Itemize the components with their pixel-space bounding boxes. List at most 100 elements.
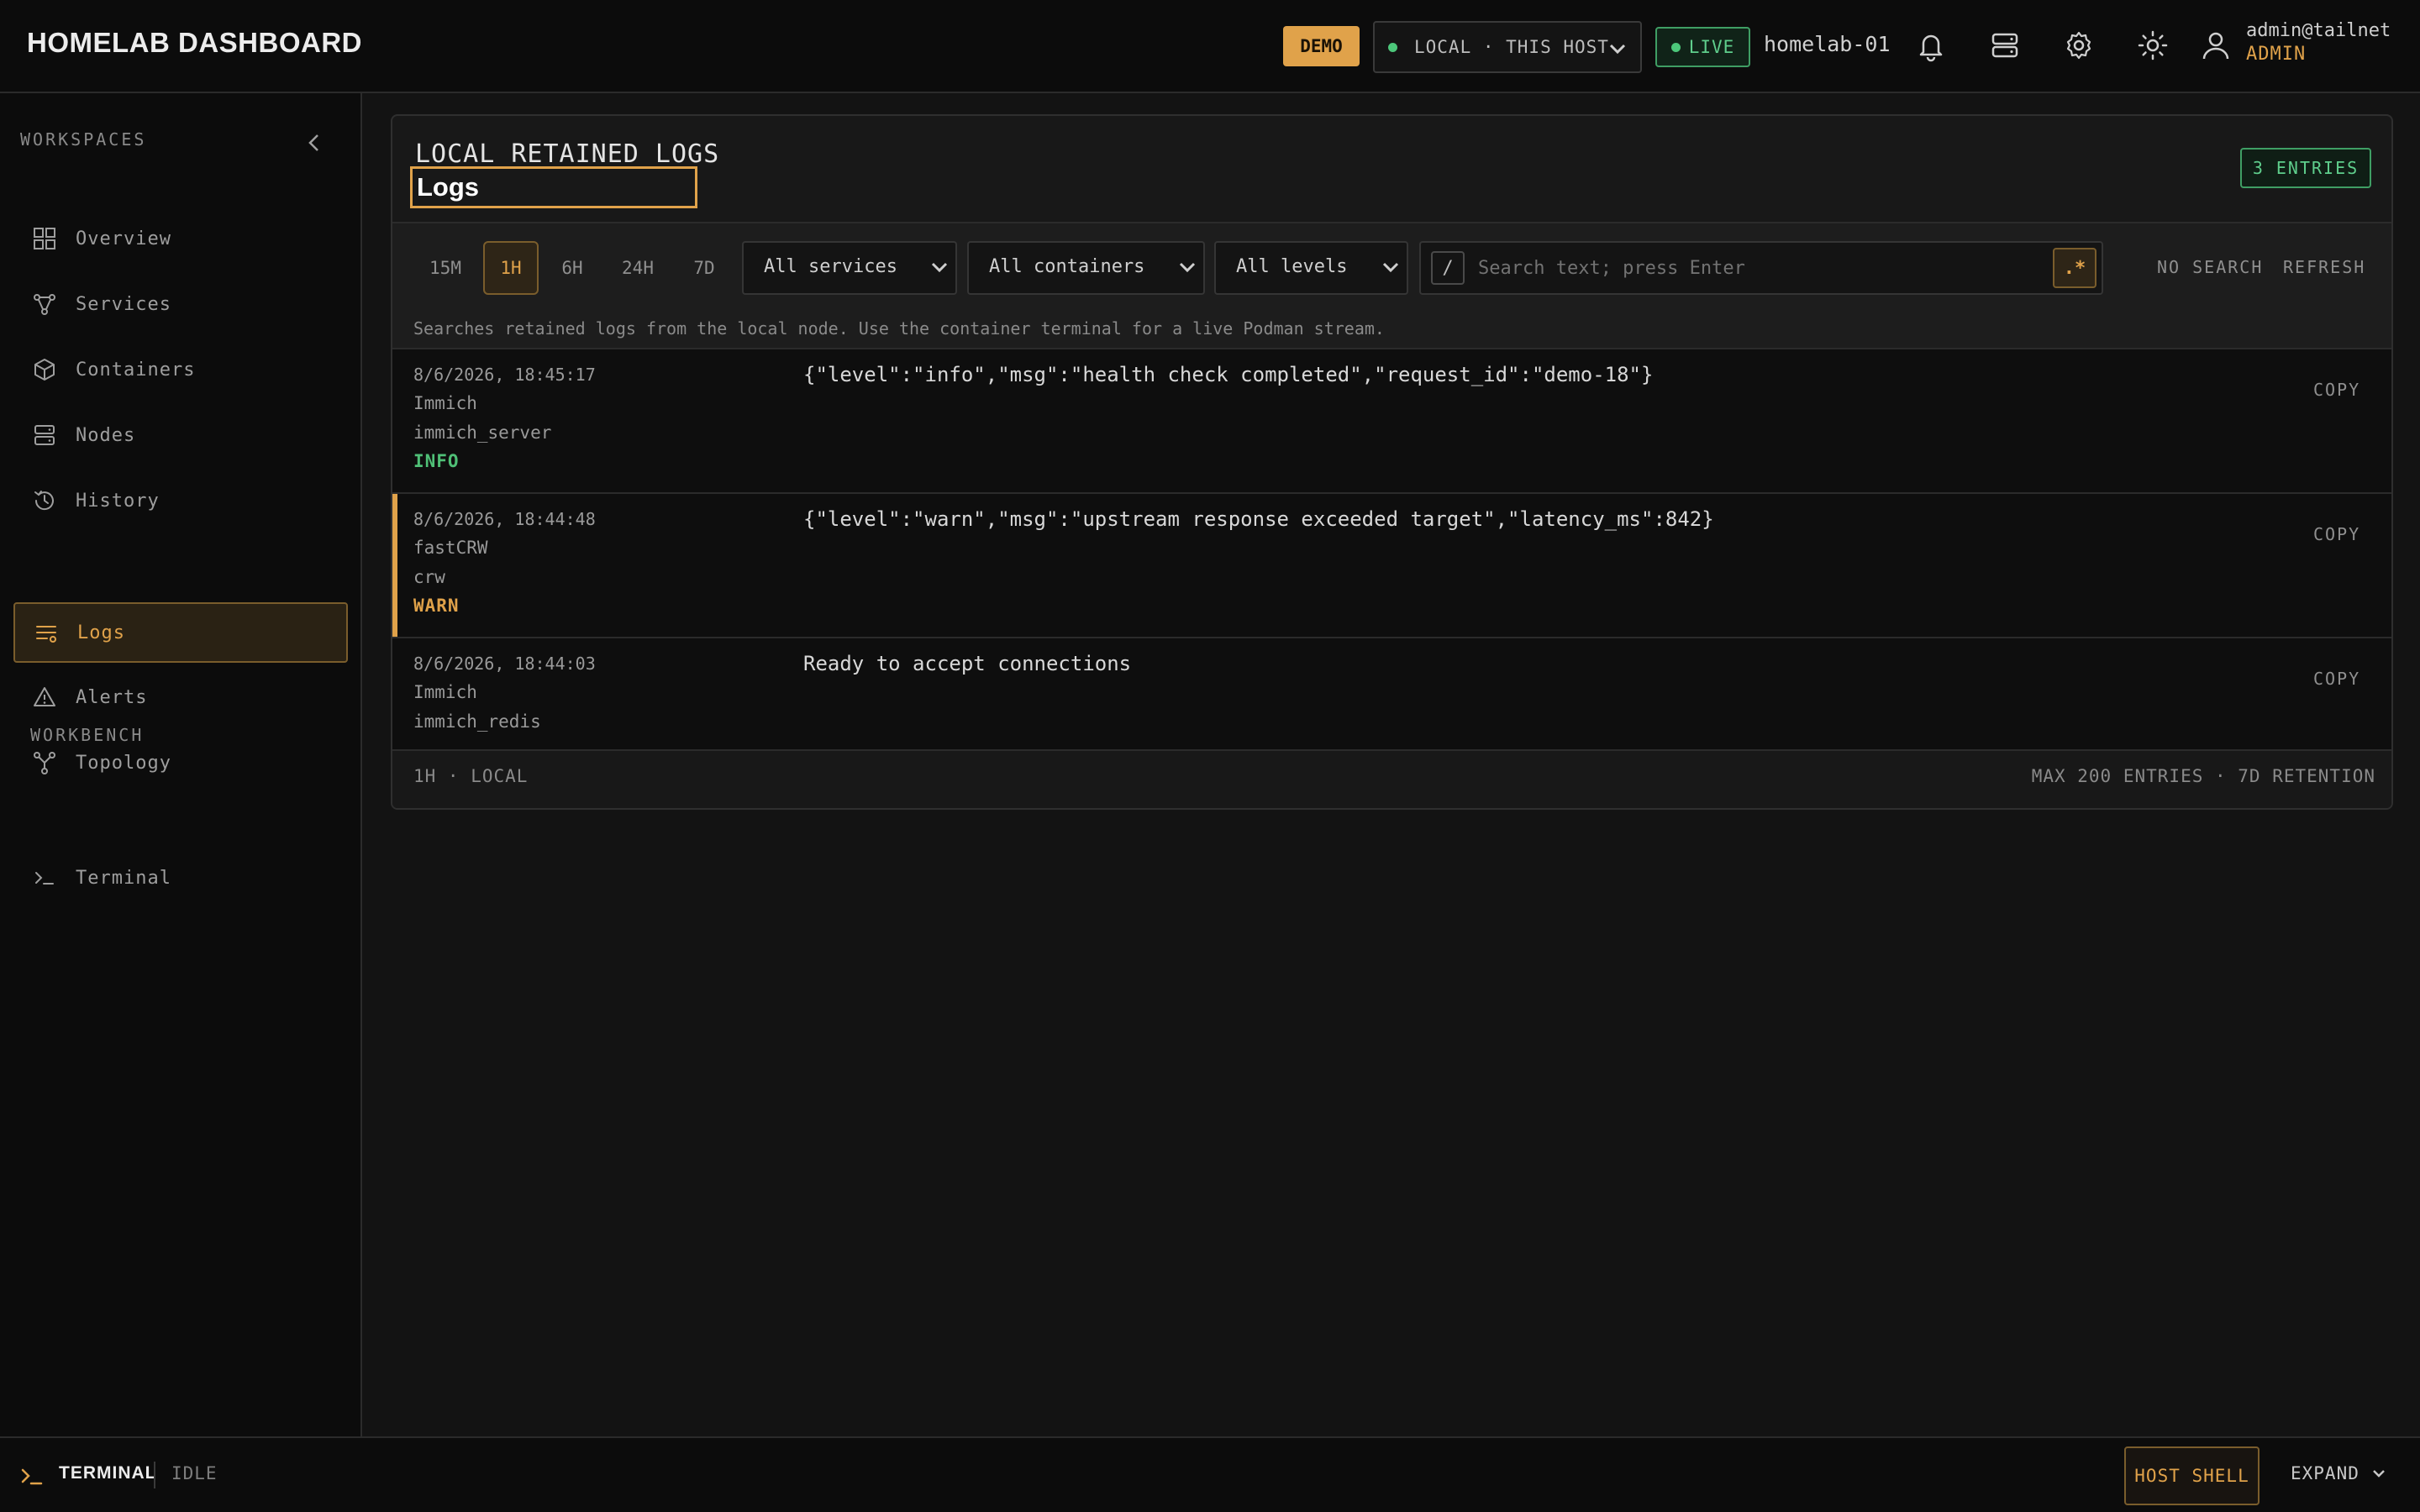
terminal-bar: TERMINAL IDLE HOST SHELL EXPAND xyxy=(0,1436,2420,1512)
sidebar-item-label: Overview xyxy=(76,228,171,249)
containers-select-value: All containers xyxy=(989,256,1145,277)
expand-terminal-button[interactable]: EXPAND xyxy=(2291,1463,2386,1483)
host-select[interactable]: LOCAL · THIS HOST xyxy=(1373,21,1642,73)
workbench-label: WORKBENCH xyxy=(30,725,145,745)
live-badge: LIVE xyxy=(1655,27,1750,67)
logs-panel: LOCAL RETAINED LOGS Logs 3 ENTRIES 15M 1… xyxy=(391,114,2393,810)
gear-icon[interactable] xyxy=(2060,27,2097,64)
theme-sun-icon[interactable] xyxy=(2134,27,2171,64)
terminal-status: IDLE xyxy=(171,1463,218,1483)
sidebar-item-label: History xyxy=(76,490,160,512)
chevron-down-icon xyxy=(1609,44,1626,55)
host-status-dot xyxy=(1388,42,1397,52)
sidebar-item-label: Services xyxy=(76,293,171,315)
history-icon xyxy=(34,491,54,511)
sidebar-item-services[interactable]: Services xyxy=(13,274,348,334)
regex-toggle-button[interactable]: .* xyxy=(2053,248,2096,288)
expand-label: EXPAND xyxy=(2291,1463,2360,1483)
range-6h-button[interactable]: 6H xyxy=(544,241,600,295)
top-header: HOMELAB DASHBOARD DEMO LOCAL · THIS HOST… xyxy=(0,0,2420,93)
no-search-button[interactable]: NO SEARCH xyxy=(2157,257,2263,277)
services-select-value: All services xyxy=(764,256,897,277)
sidebar-item-containers[interactable]: Containers xyxy=(13,339,348,400)
log-service: fastCRW xyxy=(413,538,488,558)
range-24h-button[interactable]: 24H xyxy=(610,241,666,295)
terminal-icon xyxy=(21,1468,43,1485)
cube-icon xyxy=(34,359,55,381)
user-icon[interactable] xyxy=(2197,27,2234,64)
range-7d-button[interactable]: 7D xyxy=(676,241,732,295)
collapse-sidebar-button[interactable] xyxy=(301,129,328,156)
live-label: LIVE xyxy=(1688,37,1735,57)
sidebar-item-label: Alerts xyxy=(76,686,148,708)
user-name[interactable]: admin@tailnet xyxy=(2246,20,2391,41)
levels-select-value: All levels xyxy=(1236,256,1348,277)
copy-button[interactable]: COPY xyxy=(2313,380,2360,400)
log-service: Immich xyxy=(413,682,477,702)
sidebar-item-label: Containers xyxy=(76,359,196,381)
sidebar-item-label: Logs xyxy=(77,622,125,643)
workspaces-label: WORKSPACES xyxy=(20,129,147,150)
copy-button[interactable]: COPY xyxy=(2313,524,2360,544)
divider xyxy=(154,1462,155,1488)
log-message: Ready to accept connections xyxy=(803,652,1132,675)
host-name: homelab-01 xyxy=(1764,32,1891,56)
chevron-down-icon xyxy=(2372,1470,2385,1478)
log-service: Immich xyxy=(413,393,477,413)
app-title: HOMELAB DASHBOARD xyxy=(27,27,362,58)
live-status-dot xyxy=(1670,42,1681,52)
server-icon[interactable] xyxy=(1986,27,2023,64)
range-1h-button[interactable]: 1H xyxy=(483,241,539,295)
refresh-button[interactable]: REFRESH xyxy=(2283,257,2365,277)
topology-icon xyxy=(34,752,55,774)
page-title: Logs xyxy=(410,166,697,208)
chevron-down-icon xyxy=(931,262,948,273)
entries-count-badge: 3 ENTRIES xyxy=(2240,148,2371,188)
sidebar: WORKSPACES Overview Services Containers … xyxy=(0,93,362,1437)
log-level-badge: INFO xyxy=(413,451,460,471)
log-container: crw xyxy=(413,567,445,587)
panel-eyebrow: LOCAL RETAINED LOGS xyxy=(415,139,720,169)
host-shell-button[interactable]: HOST SHELL xyxy=(2124,1446,2260,1505)
terminal-icon xyxy=(35,872,54,885)
log-timestamp: 8/6/2026, 18:44:03 xyxy=(413,654,596,674)
footer-range-scope: 1H · LOCAL xyxy=(413,766,529,786)
bell-icon[interactable] xyxy=(1912,27,1949,64)
sidebar-item-history[interactable]: History xyxy=(13,470,348,531)
range-15m-button[interactable]: 15M xyxy=(418,241,473,295)
chevron-down-icon xyxy=(1382,262,1399,273)
log-timestamp: 8/6/2026, 18:45:17 xyxy=(413,365,596,385)
alert-icon xyxy=(34,687,55,706)
filter-bar: 15M 1H 6H 24H 7D All services All contai… xyxy=(392,222,2391,349)
containers-select[interactable]: All containers xyxy=(967,241,1205,295)
services-select[interactable]: All services xyxy=(742,241,957,295)
levels-select[interactable]: All levels xyxy=(1214,241,1408,295)
user-role: ADMIN xyxy=(2246,44,2307,65)
log-row: 8/6/2026, 18:44:48 fastCRW crw WARN {"le… xyxy=(392,494,2391,638)
search-shortcut-key: / xyxy=(1431,251,1465,285)
log-message: {"level":"warn","msg":"upstream response… xyxy=(803,507,1714,531)
sidebar-item-label: Nodes xyxy=(76,424,136,446)
server-icon xyxy=(34,425,55,445)
sidebar-item-logs[interactable]: Logs xyxy=(13,602,348,663)
sidebar-item-overview[interactable]: Overview xyxy=(13,208,348,269)
log-container: immich_server xyxy=(413,423,552,443)
copy-button[interactable]: COPY xyxy=(2313,669,2360,689)
demo-badge: DEMO xyxy=(1283,26,1360,66)
log-row: 8/6/2026, 18:45:17 Immich immich_server … xyxy=(392,349,2391,494)
chevron-down-icon xyxy=(1179,262,1196,273)
logs-icon xyxy=(36,626,56,643)
terminal-label: TERMINAL xyxy=(59,1463,157,1483)
search-input[interactable] xyxy=(1478,243,2033,293)
host-select-label: LOCAL · THIS HOST xyxy=(1414,37,1609,57)
panel-footer: 1H · LOCAL MAX 200 ENTRIES · 7D RETENTIO… xyxy=(392,751,2391,808)
grid-icon xyxy=(34,228,55,249)
log-container: immich_redis xyxy=(413,711,541,732)
log-row: 8/6/2026, 18:44:03 Immich immich_redis R… xyxy=(392,638,2391,751)
log-timestamp: 8/6/2026, 18:44:48 xyxy=(413,509,596,529)
sidebar-item-terminal[interactable]: Terminal xyxy=(13,848,348,908)
log-message: {"level":"info","msg":"health check comp… xyxy=(803,363,1654,386)
sidebar-item-alerts[interactable]: Alerts xyxy=(13,667,348,727)
services-icon xyxy=(34,294,55,315)
sidebar-item-nodes[interactable]: Nodes xyxy=(13,405,348,465)
